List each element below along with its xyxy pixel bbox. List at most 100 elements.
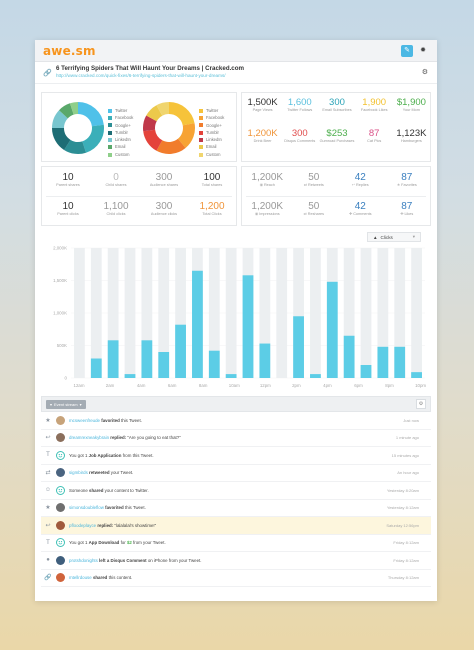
clicks-slice-email[interactable] xyxy=(146,105,163,122)
event-row[interactable]: ★ mcsweenfreude favorited this Tweet. Just… xyxy=(41,412,431,430)
clicks-slice-custom[interactable] xyxy=(156,102,170,116)
event-row[interactable]: ↩ pfloodeplayce replied: "lalalalal's sho… xyxy=(41,517,431,535)
bar[interactable] xyxy=(411,372,422,378)
link-icon: 🔗 xyxy=(43,69,52,77)
event-row[interactable]: T You got 1 App Download for $2 from your… xyxy=(41,535,431,552)
metrics-panel: 1,500K Page Views 1,600 Twitter Follows 300 E… xyxy=(241,92,431,162)
bar[interactable] xyxy=(394,346,406,378)
stat-value: 1,123K xyxy=(396,128,427,139)
shares-slice-google[interactable] xyxy=(64,139,87,154)
shares-slice-facebook[interactable] xyxy=(81,124,104,153)
clicks-slice-linkedin[interactable] xyxy=(143,115,157,132)
shares-slice-email[interactable] xyxy=(59,103,75,119)
bar[interactable] xyxy=(175,324,186,378)
legend-label: Facebook xyxy=(115,115,134,121)
bar[interactable] xyxy=(90,358,102,379)
gear-icon[interactable]: ⚙ xyxy=(416,399,426,409)
event-time: Friday 8:12am xyxy=(393,540,419,546)
x-tick-label: 8am xyxy=(199,383,208,388)
clicks-slice-google[interactable] xyxy=(156,138,186,154)
event-filter-button[interactable]: ▾ Event stream ▾ xyxy=(46,399,86,409)
avatar[interactable] xyxy=(56,433,65,443)
event-row[interactable]: T You got 1 Job Application from this Twe… xyxy=(41,447,431,465)
stat-value: 1,600 xyxy=(287,97,312,108)
y-tick-label: 1,000K xyxy=(53,311,67,316)
shares-slice-linkedin[interactable] xyxy=(52,110,69,129)
y-tick-label: 2,000K xyxy=(53,246,67,251)
stat-your-mom: $1,900 Your Mom xyxy=(393,97,430,113)
donut-panel: Shares Twitter Facebook Google+ Tumblr Linke… xyxy=(41,92,237,162)
event-row[interactable]: ☺ Someone shared your content to Twitter.… xyxy=(41,482,431,500)
legend-item: Google+ xyxy=(108,122,133,129)
event-user-link[interactable]: simonsdoubleflow xyxy=(69,505,104,510)
bar[interactable] xyxy=(124,374,136,378)
stat-value: 87 xyxy=(401,172,413,183)
share-icon: ☺ xyxy=(44,487,52,494)
bar[interactable] xyxy=(192,270,203,378)
avatar[interactable] xyxy=(56,573,65,583)
event-action: left a Disqus Comment xyxy=(99,557,147,563)
event-user-link[interactable]: pfloodeplayce xyxy=(69,523,96,528)
event-action: favorited xyxy=(101,417,120,423)
bar[interactable] xyxy=(141,340,153,378)
stat-value: 10 xyxy=(62,201,74,212)
stat-total-clicks: 1,200 Total Clicks xyxy=(188,201,236,217)
bar[interactable] xyxy=(242,275,254,378)
bar[interactable] xyxy=(225,374,237,378)
legend-label: Custom xyxy=(206,151,221,157)
event-row[interactable]: ⇄ sigmbirds retweeted your Tweet. An hour … xyxy=(41,465,431,482)
avatar[interactable] xyxy=(56,503,65,513)
bar[interactable] xyxy=(377,346,389,378)
logo[interactable]: awe.sm xyxy=(43,44,96,58)
stat-label: Parent clicks xyxy=(57,212,79,216)
stat-label: Audience clicks xyxy=(150,212,178,216)
stat-label: Drink Beer xyxy=(253,139,272,143)
bar[interactable] xyxy=(360,365,372,378)
event-row[interactable]: 🔗 mtellrdouse shared this content. Thursda… xyxy=(41,570,431,587)
bar[interactable] xyxy=(158,352,170,378)
bar[interactable] xyxy=(107,340,119,378)
event-time: 1 minute ago xyxy=(395,435,419,441)
stat-value: 10 xyxy=(62,172,74,183)
bar[interactable] xyxy=(259,343,271,378)
stat-label: Parent shares xyxy=(56,183,80,187)
bar[interactable] xyxy=(343,335,355,378)
wrench-icon[interactable]: ⚙ xyxy=(422,68,428,76)
bar[interactable] xyxy=(293,316,304,378)
event-user-link[interactable]: dreamrexneakybrain xyxy=(69,435,109,440)
stat-favorites: 87 ★ Favorites xyxy=(384,172,431,188)
avatar[interactable] xyxy=(56,468,65,478)
event-row[interactable]: ↩ dreamrexneakybrain replied: "Are you go… xyxy=(41,430,431,447)
event-user-link[interactable]: sigmbirds xyxy=(69,470,88,475)
shares-slice-twitter[interactable] xyxy=(77,102,104,127)
clicks-slice-tumblr[interactable] xyxy=(143,129,163,151)
stat-label: Page Views xyxy=(252,108,273,112)
legend-swatch xyxy=(108,130,112,135)
event-user-link[interactable]: protshdonights xyxy=(69,558,98,563)
legend-swatch xyxy=(108,152,112,157)
page-url[interactable]: http://www.cracked.com/quick-fixes/6-ter… xyxy=(56,74,244,79)
legend-label: Google+ xyxy=(115,122,131,128)
bar[interactable] xyxy=(310,374,321,378)
share-icon[interactable]: ✎ xyxy=(401,44,413,57)
stat-label: ⇄ Reshares xyxy=(303,212,325,216)
avatar[interactable] xyxy=(56,520,65,530)
event-row[interactable]: ● protshdonights left a Disqus Comment on… xyxy=(41,552,431,570)
bar[interactable] xyxy=(208,350,220,378)
metric-select[interactable]: ▲ Clicks ▾ xyxy=(367,232,421,242)
event-row[interactable]: ★ simonsdoubleflow favorited this Tweet. Y… xyxy=(41,500,431,517)
avatar[interactable] xyxy=(56,415,65,425)
stat-audience-clicks: 300 Audience clicks xyxy=(140,201,188,217)
shares-slice-tumblr[interactable] xyxy=(52,127,71,150)
bar[interactable] xyxy=(326,281,338,378)
legend-item: Email xyxy=(199,143,224,150)
clicks-slice-facebook[interactable] xyxy=(177,123,195,149)
stat-child-clicks: 1,100 Child clicks xyxy=(92,201,140,217)
avatar[interactable] xyxy=(56,555,65,565)
stat-value: 300 xyxy=(155,172,173,183)
event-user-link[interactable]: mtellrdouse xyxy=(69,575,92,580)
shares-slice-custom[interactable] xyxy=(69,102,79,115)
gear-icon[interactable]: ✹ xyxy=(417,45,429,57)
clicks-slice-twitter[interactable] xyxy=(168,102,195,126)
event-user-link[interactable]: mcsweenfreude xyxy=(69,418,100,423)
